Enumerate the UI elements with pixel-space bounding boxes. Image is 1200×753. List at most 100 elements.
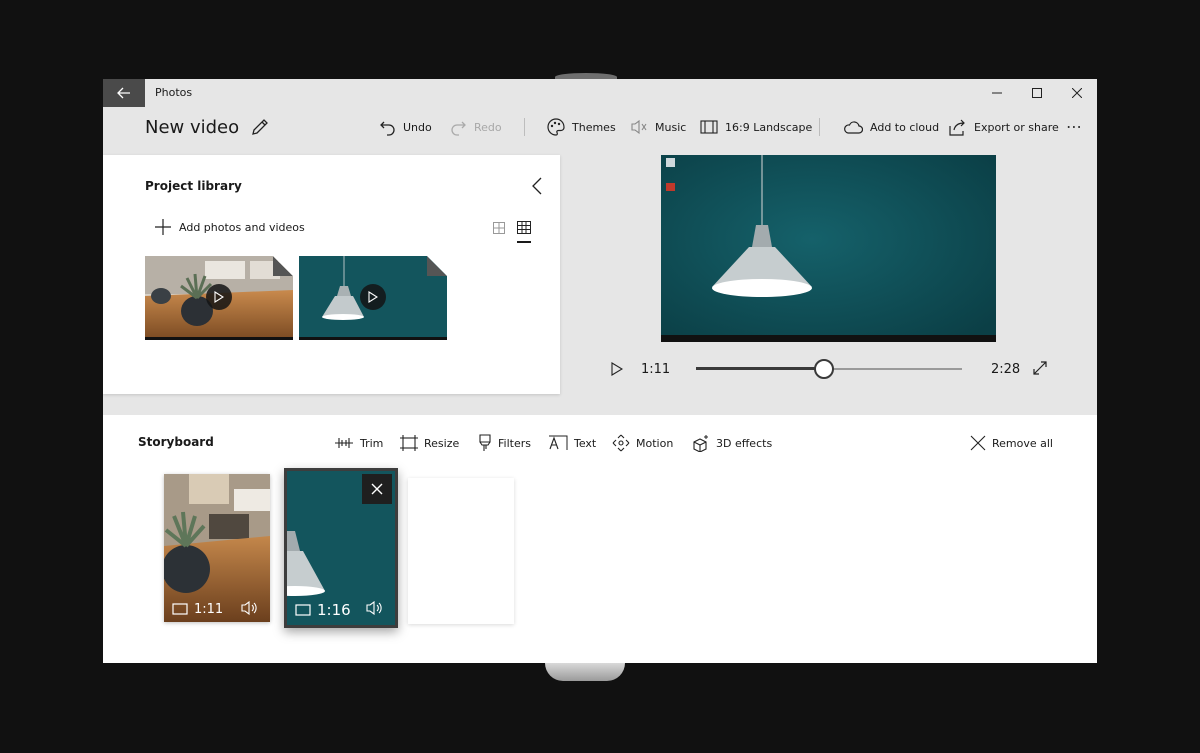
file-fold-corner-white: [427, 256, 447, 276]
motion-icon: [612, 434, 630, 452]
remove-clip-button[interactable]: [362, 474, 392, 504]
background-lamp-bottom: [545, 663, 625, 681]
video-preview[interactable]: [661, 155, 996, 342]
library-item-plant[interactable]: [145, 256, 293, 340]
trim-button[interactable]: Trim: [334, 433, 383, 453]
clip-duration: 1:16: [317, 601, 351, 619]
brush-icon: [479, 434, 491, 451]
music-button[interactable]: Music: [630, 117, 686, 137]
storyboard-clip-selected[interactable]: 1:16: [284, 468, 398, 628]
close-icon: [371, 483, 383, 495]
add-media-label: Add photos and videos: [179, 220, 305, 234]
storyboard-title: Storyboard: [138, 435, 214, 449]
collapse-library-button[interactable]: [531, 177, 543, 199]
share-icon: [949, 119, 965, 136]
play-overlay-icon: [206, 284, 232, 310]
project-library-panel: Project library Add photos and videos: [103, 155, 560, 394]
maximize-button[interactable]: [1017, 79, 1057, 107]
remove-all-button[interactable]: Remove all: [970, 433, 1053, 453]
undo-button[interactable]: Undo: [379, 117, 432, 137]
fullscreen-button[interactable]: [1032, 360, 1048, 380]
text-label: Text: [574, 436, 597, 450]
trim-label: Trim: [360, 436, 384, 450]
maximize-icon: [1032, 88, 1042, 98]
pencil-icon: [252, 119, 268, 135]
grid-small-icon: [517, 221, 531, 234]
plus-icon: [155, 219, 171, 235]
add-to-cloud-button[interactable]: Add to cloud: [843, 117, 939, 137]
file-fold-corner-white: [273, 256, 293, 276]
storyboard-panel: Storyboard Trim Resize Filters Text Moti…: [103, 415, 1097, 663]
resize-button[interactable]: Resize: [400, 433, 459, 453]
large-grid-view-button[interactable]: [493, 219, 505, 238]
arrow-left-icon: [117, 87, 130, 99]
library-item-lamp[interactable]: [299, 256, 447, 340]
project-title: New video: [145, 117, 240, 138]
preview-taskbar: [661, 335, 996, 342]
themes-label: Themes: [572, 120, 616, 134]
add-photos-videos-button[interactable]: Add photos and videos: [155, 219, 305, 235]
close-window-button[interactable]: [1057, 79, 1097, 107]
text-button[interactable]: Text: [548, 433, 596, 453]
chevron-left-icon: [532, 177, 542, 195]
close-icon: [1072, 88, 1082, 98]
themes-button[interactable]: Themes: [547, 117, 616, 137]
cube-sparkle-icon: [693, 435, 708, 452]
play-overlay-icon: [360, 284, 386, 310]
resize-label: Resize: [424, 436, 460, 450]
storyboard-clip[interactable]: 1:11: [164, 474, 270, 622]
minimize-icon: [992, 92, 1002, 94]
aspect-ratio-button[interactable]: 16:9 Landscape: [700, 117, 812, 137]
grid-large-icon: [493, 222, 505, 234]
motion-button[interactable]: Motion: [612, 433, 673, 453]
back-button[interactable]: [103, 79, 145, 107]
volume-icon: [241, 600, 257, 616]
cloud-icon: [844, 121, 863, 134]
trim-icon: [335, 438, 353, 448]
mute-icon: [631, 119, 647, 135]
more-options-button[interactable]: ⋯: [1066, 117, 1083, 136]
library-title: Project library: [145, 179, 242, 193]
storyboard-empty-slot[interactable]: [408, 478, 514, 624]
clip-duration: 1:11: [194, 601, 224, 617]
filters-label: Filters: [498, 436, 531, 450]
remove-all-label: Remove all: [992, 436, 1053, 450]
3d-effects-button[interactable]: 3D effects: [692, 433, 772, 453]
text-icon: [549, 435, 568, 450]
redo-icon: [451, 121, 466, 136]
resize-icon: [400, 435, 418, 451]
total-time: 2:28: [991, 362, 1021, 377]
clip-volume-button[interactable]: [241, 600, 258, 619]
clip-info-bar: 1:11: [164, 596, 270, 622]
small-grid-view-button[interactable]: [517, 219, 531, 243]
3d-effects-label: 3D effects: [716, 436, 773, 450]
export-button[interactable]: Export or share: [948, 117, 1059, 137]
expand-icon: [1033, 361, 1047, 375]
video-clip-icon: [172, 603, 188, 615]
rename-button[interactable]: [250, 117, 270, 141]
play-icon: [611, 362, 624, 376]
play-button[interactable]: [611, 361, 624, 380]
lamp-preview-image: [661, 155, 996, 342]
clip-volume-button[interactable]: [366, 600, 383, 619]
add-to-cloud-label: Add to cloud: [870, 120, 940, 134]
minimize-button[interactable]: [977, 79, 1017, 107]
redo-button[interactable]: Redo: [450, 117, 502, 137]
seek-bar-progress: [696, 367, 824, 370]
music-label: Music: [655, 120, 687, 134]
seek-thumb[interactable]: [813, 359, 834, 379]
aspect-ratio-icon: [700, 120, 718, 134]
export-label: Export or share: [974, 120, 1059, 134]
current-time: 1:11: [641, 362, 671, 377]
undo-label: Undo: [403, 120, 432, 134]
volume-icon: [366, 600, 382, 616]
toolbar-divider: [524, 118, 525, 136]
seek-bar[interactable]: [696, 359, 962, 379]
redo-label: Redo: [474, 120, 502, 134]
toolbar-divider: [819, 118, 820, 136]
photos-window: Photos New video Undo Redo Themes Music …: [103, 79, 1097, 663]
motion-label: Motion: [636, 436, 674, 450]
video-clip-icon: [295, 604, 311, 616]
close-icon: [970, 435, 986, 451]
filters-button[interactable]: Filters: [478, 433, 531, 453]
